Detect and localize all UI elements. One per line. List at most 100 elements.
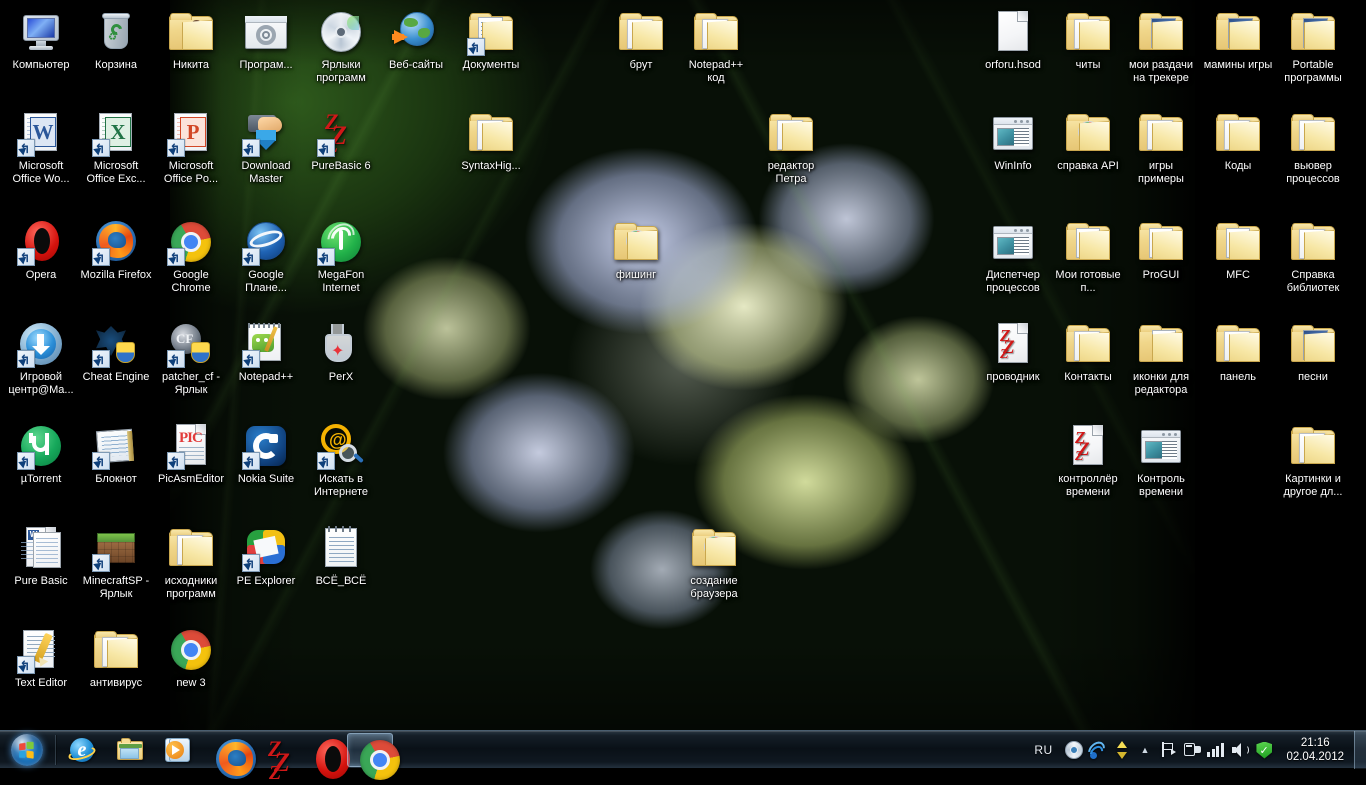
desktop-icon-chrome-icon[interactable]: ↰Google Chrome [155, 218, 227, 294]
desktop-icon-minecraft-icon[interactable]: ↰MinecraftSP - Ярлык [80, 524, 152, 600]
network-plug-icon[interactable] [1182, 740, 1202, 760]
system-tray[interactable]: RU ▲ ✓ 21:16 02.04.2012 [1025, 731, 1366, 769]
desktop-icon-firefox-icon[interactable]: ↰Mozilla Firefox [80, 218, 152, 282]
desktop-icon-download-master-icon[interactable]: ↰Download Master [230, 109, 302, 185]
desktop-icon-folder-icon[interactable]: антивирус [80, 626, 152, 690]
desktop-icon-patcher-icon[interactable]: CF ↰patcher_cf - Ярлык [155, 320, 227, 396]
desktop-icon-file-icon[interactable]: orforu.hsod [977, 8, 1049, 72]
desktop-icon-purebasic-file-icon[interactable]: Z Z Z контроллёр времени [1052, 422, 1124, 498]
desktop-icon-folder-icon[interactable]: песни [1277, 320, 1349, 384]
desktop-icon-label: SyntaxHig... [455, 160, 527, 173]
desktop-icon-folder-icon[interactable]: создание браузера [678, 524, 750, 600]
desktop-icon-folder-icon[interactable]: A иконки для редактора [1125, 320, 1197, 396]
clock[interactable]: 21:16 02.04.2012 [1276, 736, 1352, 764]
action-center-flag-icon[interactable] [1158, 740, 1178, 760]
desktop-icon-folder-icon[interactable]: ProGUI [1125, 218, 1197, 282]
desktop-icon-megafon-icon[interactable]: ↰MegaFon Internet [305, 218, 377, 294]
desktop-icon-task-manager-icon[interactable]: Диспетчер процессов [977, 218, 1049, 294]
desktop-icon-recycle-bin-icon[interactable]: ♻Корзина [80, 8, 152, 72]
tray-notification-icons[interactable] [1062, 740, 1134, 760]
desktop-icon-notepadpp-icon[interactable]: ↰Notepad++ [230, 320, 302, 384]
taskbar-buttons[interactable]: e Internet Explorer Проводник Windows Me… [58, 733, 394, 767]
taskbar-button-internet-explorer[interactable]: e Internet Explorer [59, 733, 105, 767]
shortcut-arrow-icon: ↰ [93, 353, 107, 367]
desktop-icon-time-control-icon[interactable]: Контроль времени [1125, 422, 1197, 498]
taskbar-button-media-player[interactable]: Windows Media Player [155, 733, 201, 767]
desktop-icon-nokia-suite-icon[interactable]: ↰Nokia Suite [230, 422, 302, 486]
desktop-icon-text-editor-icon[interactable]: ↰Text Editor [5, 626, 77, 690]
desktop-icon-folder-icon[interactable]: панель [1202, 320, 1274, 384]
word-icon: W↰ [17, 109, 65, 157]
desktop-icon-excel-icon[interactable]: X↰Microsoft Office Exc... [80, 109, 152, 185]
chevron-up-icon[interactable]: ▲ [1134, 745, 1157, 755]
desktop-icon-folder-icon[interactable]: вьювер процессов [1277, 109, 1349, 185]
desktop-icon-folder-icon[interactable]: мамины игры [1202, 8, 1274, 72]
disc-burner-icon[interactable] [1064, 740, 1084, 760]
desktop-icon-program-window-icon[interactable]: Програм... [230, 8, 302, 72]
desktop-icon-purebasic-file-icon[interactable]: Z Z Z проводник [977, 320, 1049, 384]
desktop-icon-word-icon[interactable]: W↰Microsoft Office Wo... [5, 109, 77, 185]
desktop-icon-perx-flask-icon[interactable]: ✦PerX [305, 320, 377, 384]
firefox-icon [212, 736, 240, 764]
desktop-icon-picasm-icon[interactable]: PIC ↰PicAsmEditor [155, 422, 227, 486]
desktop-icon-folder-icon[interactable]: брут [605, 8, 677, 72]
desktop-icon-folder-icon[interactable]: Notepad++ код [680, 8, 752, 84]
desktop-icon-computer-icon[interactable]: Компьютер [5, 8, 77, 72]
desktop-icon-folder-icon[interactable]: исходники программ [155, 524, 227, 600]
taskbar-button-firefox[interactable]: Mozilla Firefox [203, 733, 249, 767]
desktop-icon-notebook-icon[interactable]: ВСЁ_ВСЁ [305, 524, 377, 588]
desktop-icon-cd-disc-icon[interactable]: Ярлыки программ [305, 8, 377, 84]
taskbar-button-explorer-folder[interactable]: Проводник [107, 733, 153, 767]
shortcut-arrow-icon: ↰ [243, 353, 257, 367]
desktop-icon-utorrent-icon[interactable]: ↰µTorrent [5, 422, 77, 486]
desktop-icon-pe-explorer-icon[interactable]: ↰PE Explorer [230, 524, 302, 588]
tray-system-icons[interactable]: ✓ [1156, 740, 1276, 760]
desktop-icon-folder-icon[interactable]: Картинки и другое дл... [1277, 422, 1349, 498]
taskbar[interactable]: e Internet Explorer Проводник Windows Me… [0, 730, 1366, 768]
desktop-icon-google-earth-icon[interactable]: ↰Google Плане... [230, 218, 302, 294]
desktop-icon-powerpoint-icon[interactable]: P↰Microsoft Office Po... [155, 109, 227, 185]
desktop-icon-folder-icon[interactable]: игры примеры [1125, 109, 1197, 185]
desktop-icon-folder-icon[interactable]: Коды [1202, 109, 1274, 173]
desktop-icon-label: панель [1202, 371, 1274, 384]
picasm-icon: PIC ↰ [167, 422, 215, 470]
taskbar-button-opera[interactable]: Opera [299, 733, 345, 767]
wireless-signal-icon[interactable] [1088, 740, 1108, 760]
language-indicator[interactable]: RU [1025, 743, 1061, 757]
show-desktop-button[interactable] [1354, 731, 1366, 769]
updown-arrows-icon[interactable] [1112, 740, 1132, 760]
desktop-icon-folder-icon[interactable]: Мои готовые п... [1052, 218, 1124, 294]
desktop-icon-folder-icon[interactable]: фишинг [600, 218, 672, 282]
desktop-icon-folder-icon[interactable]: Portable программы [1277, 8, 1349, 84]
desktop-icon-folder-icon[interactable]: MFC [1202, 218, 1274, 282]
shortcut-arrow-icon: ↰ [318, 455, 332, 469]
desktop-icon-user-folder-icon[interactable]: Никита [155, 8, 227, 72]
start-button[interactable] [1, 732, 53, 768]
desktop-icon-mailru-games-icon[interactable]: ↰Игровой центр@Ma... [5, 320, 77, 396]
taskbar-button-chrome[interactable]: Google Chrome [347, 733, 393, 767]
volume-speaker-icon[interactable] [1230, 740, 1250, 760]
desktop-icon-folder-icon[interactable]: Справка библиотек [1277, 218, 1349, 294]
desktop-icon-search-web-icon[interactable]: @ ↰Искать в Интернете [305, 422, 377, 498]
desktop[interactable]: Компьютер ♻Корзина Никита Програм... Ярл… [0, 0, 1366, 768]
desktop-icon-folder-icon[interactable]: редактор Петра [755, 109, 827, 185]
desktop-icon-folder-icon[interactable]: читы [1052, 8, 1124, 72]
desktop-icon-label: мои раздачи на трекере [1125, 59, 1197, 84]
desktop-icon-chrome-icon[interactable]: new 3 [155, 626, 227, 690]
desktop-icon-folder-icon[interactable]: мои раздачи на трекере [1125, 8, 1197, 84]
desktop-icon-purebasic-doc-icon[interactable]: W Pure Basic [5, 524, 77, 588]
desktop-icon-wininfo-icon[interactable]: WinInfo [977, 109, 1049, 173]
signal-bars-icon[interactable] [1206, 740, 1226, 760]
desktop-icon-folder-icon[interactable]: справка API [1052, 109, 1124, 173]
security-shield-icon[interactable]: ✓ [1254, 740, 1274, 760]
desktop-icon-documents-folder-icon[interactable]: ↰Документы [455, 8, 527, 72]
taskbar-button-purebasic[interactable]: Z Z Z PureBasic [251, 733, 297, 767]
desktop-icon-opera-icon[interactable]: ↰Opera [5, 218, 77, 282]
desktop-icon-cheat-engine-icon[interactable]: ↰Cheat Engine [80, 320, 152, 384]
desktop-icon-folder-icon[interactable]: Контакты [1052, 320, 1124, 384]
search-web-icon: @ ↰ [317, 422, 365, 470]
desktop-icon-notepad-icon[interactable]: ↰Блокнот [80, 422, 152, 486]
desktop-icon-purebasic-icon[interactable]: Z Z Z ↰PureBasic 6 [305, 109, 377, 173]
desktop-icon-globe-arrow-icon[interactable]: Веб-сайты [380, 8, 452, 72]
desktop-icon-folder-icon[interactable]: SyntaxHig... [455, 109, 527, 173]
